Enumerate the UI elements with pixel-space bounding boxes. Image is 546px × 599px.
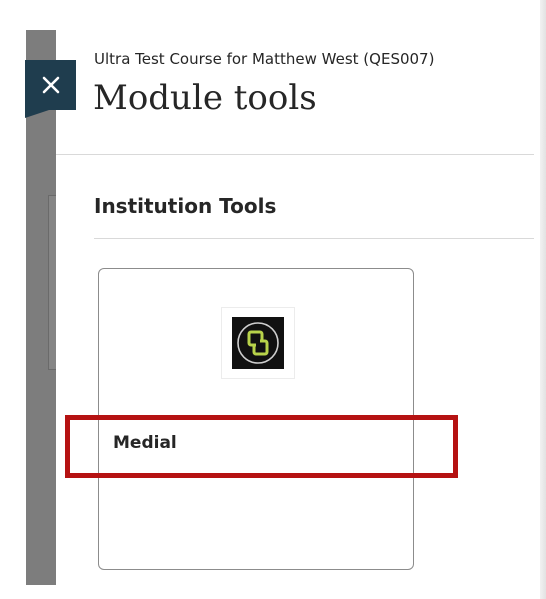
module-tools-panel: Ultra Test Course for Matthew West (QES0… (56, 30, 540, 599)
screenshot-frame: Ultra Test Course for Matthew West (QES0… (0, 0, 546, 599)
section-title-institution-tools: Institution Tools (94, 194, 277, 218)
page-title: Module tools (93, 78, 317, 118)
tool-name: Medial (113, 433, 177, 453)
panel-edge-shadow (540, 0, 546, 599)
close-button[interactable] (25, 60, 76, 110)
close-button-tail (25, 110, 49, 118)
medial-logo-icon (232, 317, 284, 369)
close-icon (42, 76, 60, 94)
tool-card-medial[interactable]: Medial (98, 268, 414, 570)
section-divider (94, 238, 534, 239)
background-element (48, 195, 56, 370)
header-divider (56, 154, 534, 155)
course-name: Ultra Test Course for Matthew West (QES0… (94, 50, 435, 68)
tool-logo-frame (221, 307, 295, 379)
